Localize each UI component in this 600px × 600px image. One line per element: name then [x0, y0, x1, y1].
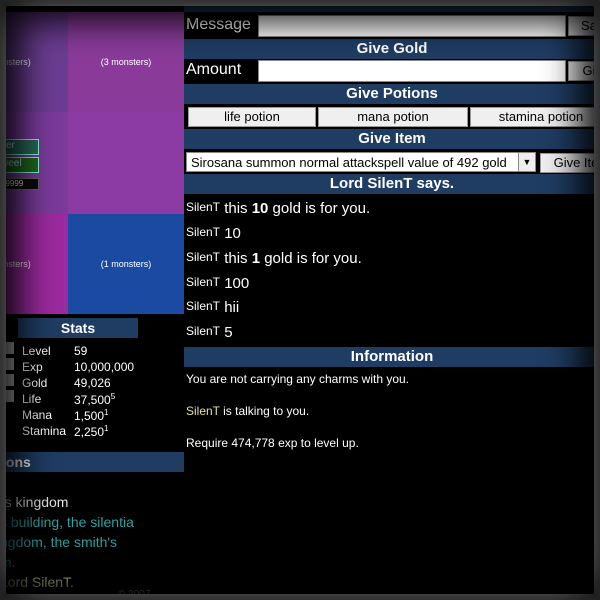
- stat-label: Stamina: [22, 424, 67, 438]
- player-nameplate[interactable]: ver: [0, 139, 39, 155]
- chat-log: SilenT this 10 gold is for you. SilenT 1…: [184, 194, 600, 346]
- map-cell[interactable]: nsters): [0, 214, 68, 314]
- chat-message: SilenT 100: [186, 275, 250, 292]
- message-row: Message Sa: [184, 14, 600, 38]
- stats-table: Level 59 Exp 10,000,000 Gold 49,026 Life 37,…: [22, 344, 134, 440]
- map-title: Tower: [2, 0, 40, 9]
- give-potions-title: Give Potions: [184, 84, 600, 104]
- description-line[interactable]: m.: [0, 552, 184, 572]
- cell-label: (1 monsters): [100, 259, 152, 269]
- give-item-title: Give Item: [184, 129, 600, 149]
- item-select[interactable]: Sirosana summon normal attackspell value…: [186, 152, 536, 172]
- stat-value: 1,5001: [74, 408, 109, 423]
- chevron-down-icon[interactable]: ▼: [518, 153, 535, 171]
- player-nameplate[interactable]: weel: [0, 157, 39, 173]
- potions-row: life potion mana potion stamina potion: [184, 104, 600, 128]
- stat-icon: [0, 374, 14, 386]
- stat-value: 2,2501: [74, 424, 109, 439]
- cell-label: (3 monsters): [100, 57, 152, 67]
- amount-row: Amount Gi: [184, 59, 600, 83]
- description-line[interactable]: s building, the silentia: [0, 512, 184, 532]
- stats-header: Stats: [18, 318, 138, 338]
- chat-message: SilenT 10: [186, 225, 241, 242]
- options-header: ions: [0, 452, 184, 472]
- chat-sender[interactable]: SilenT: [186, 275, 220, 289]
- give-gold-title: Give Gold: [184, 39, 600, 59]
- stat-value: 37,5005: [74, 392, 116, 407]
- stat-label: Gold: [22, 376, 48, 390]
- message-input[interactable]: [258, 15, 566, 37]
- stat-icon: [0, 358, 14, 370]
- game-window: Tower nsters) (3 monsters) nsters) (1 mo…: [0, 0, 600, 600]
- stat-row: Mana 1,5001: [22, 408, 134, 424]
- location-description: rs kingdom s building, the silentia ngdo…: [0, 492, 184, 592]
- chat-message: SilenT this 10 gold is for you.: [186, 200, 371, 217]
- amount-input[interactable]: [258, 60, 566, 82]
- stat-label: Mana: [22, 408, 53, 422]
- life-potion-button[interactable]: life potion: [188, 107, 316, 127]
- give-gold-button[interactable]: Gi: [568, 61, 600, 81]
- chat-sender[interactable]: SilenT: [186, 200, 220, 214]
- stat-value: 49,026: [74, 376, 111, 390]
- chat-message: SilenT 5: [186, 324, 233, 341]
- chat-message: SilenT hii: [186, 299, 240, 316]
- mana-potion-button[interactable]: mana potion: [318, 107, 468, 127]
- chat-message: SilenT this 1 gold is for you.: [186, 250, 362, 267]
- stat-icon: [0, 390, 14, 402]
- says-title: Lord SilenT says.: [184, 174, 600, 194]
- stat-row: Exp 10,000,000: [22, 360, 134, 376]
- chat-sender[interactable]: SilenT: [186, 250, 220, 264]
- chat-sender[interactable]: SilenT: [186, 225, 220, 239]
- say-button[interactable]: Sa: [568, 16, 600, 36]
- panel-title: Talk to Lord SilenT: [184, 0, 600, 12]
- amount-label: Amount: [186, 61, 242, 78]
- talking-name[interactable]: SilenT: [186, 404, 220, 418]
- stat-label: Life: [22, 392, 42, 406]
- footer: © 2007 ...: [118, 589, 162, 600]
- tower-map: Tower nsters) (3 monsters) nsters) (1 mo…: [0, 0, 184, 314]
- map-cell[interactable]: (1 monsters): [68, 214, 184, 314]
- stat-label: Level: [22, 344, 51, 358]
- stat-row: Gold 49,026: [22, 376, 134, 392]
- chat-sender[interactable]: SilenT: [186, 299, 220, 313]
- map-cell[interactable]: [68, 112, 184, 214]
- stat-value: 10,000,000: [74, 360, 135, 374]
- stamina-potion-button[interactable]: stamina potion: [470, 107, 600, 127]
- stat-row: Level 59: [22, 344, 134, 360]
- player-nameplate: 99999: [0, 178, 39, 190]
- item-row: Sirosana summon normal attackspell value…: [184, 149, 600, 173]
- stat-icon: [0, 342, 14, 354]
- give-item-button[interactable]: Give Ite: [540, 153, 600, 173]
- message-label: Message: [186, 16, 251, 33]
- chat-sender[interactable]: SilenT: [186, 324, 220, 338]
- stat-label: Exp: [22, 360, 43, 374]
- exp-info: Require 474,778 exp to level up.: [186, 436, 359, 450]
- map-cell[interactable]: nsters): [0, 12, 68, 112]
- stat-row: Life 37,5005: [22, 392, 134, 408]
- description-line[interactable]: rs kingdom: [0, 492, 184, 512]
- talking-info: SilenT is talking to you.: [186, 404, 310, 418]
- item-select-value: Sirosana summon normal attackspell value…: [191, 155, 507, 170]
- map-cell[interactable]: (3 monsters): [68, 12, 184, 112]
- stat-value: 59: [74, 344, 88, 358]
- cell-label: nsters): [3, 259, 31, 269]
- charms-info: You are not carrying any charms with you…: [186, 372, 410, 386]
- cell-label: nsters): [3, 57, 31, 67]
- information-title: Information: [184, 347, 600, 367]
- description-line[interactable]: ngdom, the smith's: [0, 532, 184, 552]
- stat-row: Stamina 2,2501: [22, 424, 134, 440]
